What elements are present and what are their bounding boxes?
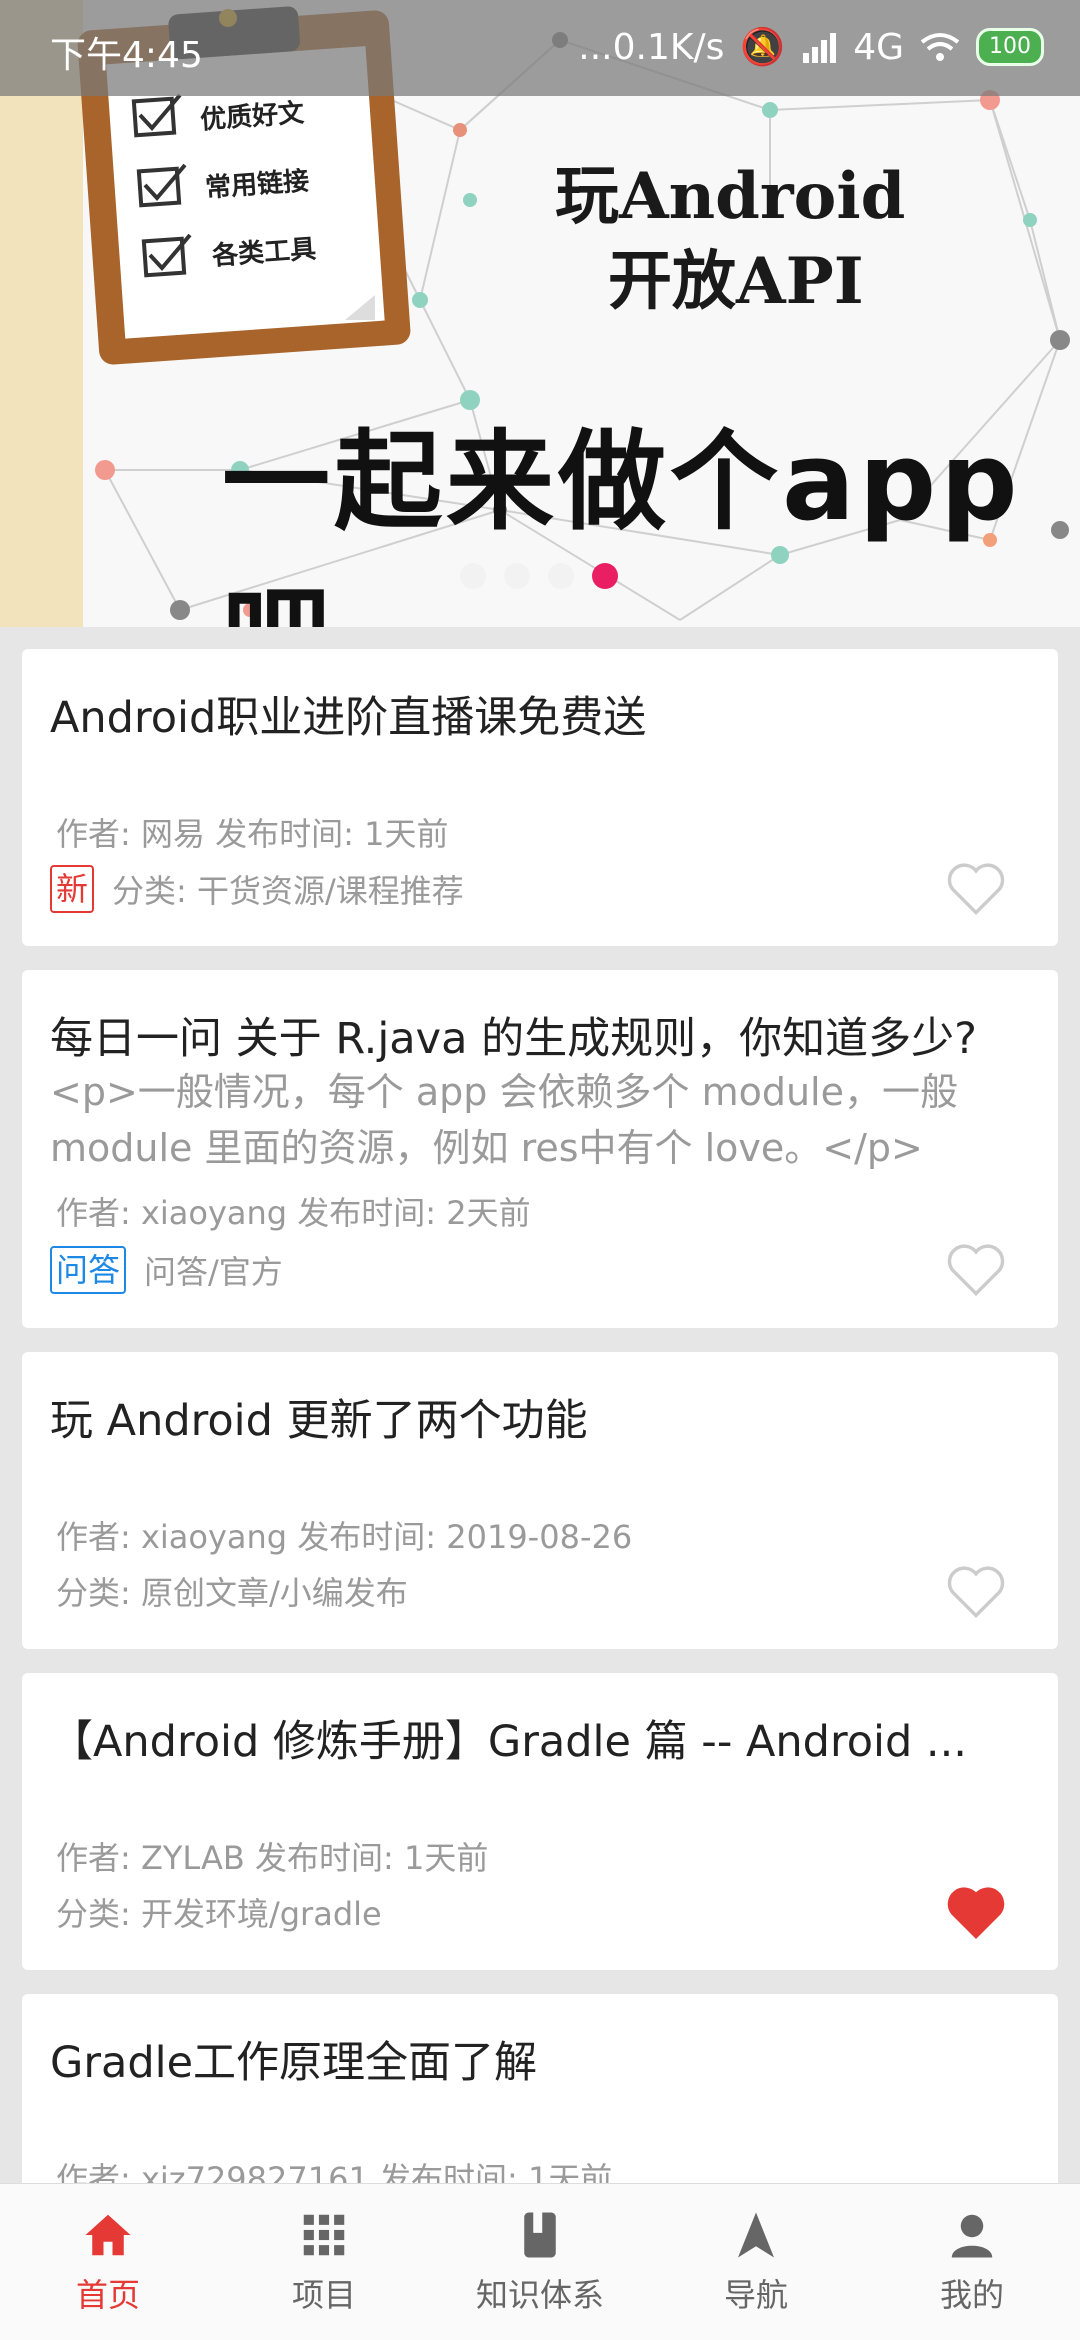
carousel-dot [548, 563, 574, 589]
carousel-indicator [460, 563, 618, 589]
signal-icon [803, 33, 837, 63]
article-title: Android职业进阶直播课免费送 [50, 693, 647, 743]
article-meta: 作者: xiaoyang 发布时间: 2019-08-26 [56, 1518, 633, 1556]
home-icon [85, 2214, 131, 2256]
mute-icon: 🔕 [740, 27, 786, 68]
nav-item-navigation[interactable]: 导航 [648, 2184, 864, 2340]
banner-title-line2: 开放API [608, 244, 864, 319]
nav-item-mine[interactable]: 我的 [864, 2184, 1080, 2340]
article-category-row: 新 分类: 干货资源/课程推荐 [50, 865, 464, 913]
network-speed: ...0.1K/s [578, 26, 725, 68]
article-card[interactable]: Android职业进阶直播课免费送 作者: 网易 发布时间: 1天前 新 分类:… [22, 649, 1058, 946]
article-description: <p>一般情况，每个 app 会依赖多个 module，一般 module 里面… [50, 1070, 958, 1170]
nav-label: 项目 [291, 2276, 356, 2314]
carousel-dot [460, 563, 486, 589]
clipboard-item-2: 常用链接 [204, 166, 311, 204]
nav-label: 我的 [939, 2276, 1004, 2314]
article-title: 【Android 修炼手册】Gradle 篇 -- Android ... [50, 1717, 967, 1767]
article-meta: 作者: xiaoyang 发布时间: 2天前 [56, 1194, 531, 1232]
article-tag: 问答 [50, 1246, 127, 1294]
favorite-heart-icon[interactable] [946, 861, 1006, 915]
article-category-row: 分类: 开发环境/gradle [56, 1889, 382, 1935]
article-card[interactable]: 玩 Android 更新了两个功能 作者: xiaoyang 发布时间: 201… [22, 1352, 1058, 1649]
nav-item-knowledge[interactable]: 知识体系 [432, 2184, 648, 2340]
article-category-row: 问答 问答/官方 [50, 1246, 283, 1294]
network-type: 4G [853, 26, 904, 68]
carousel-dot [504, 563, 530, 589]
nav-label: 首页 [75, 2276, 140, 2314]
favorite-heart-icon[interactable] [946, 1242, 1006, 1296]
article-title: 每日一问 关于 R.java 的生成规则，你知道多少? [50, 1014, 977, 1064]
bottom-navigation: 首页 项目 知识体系 导航 我的 [0, 2183, 1080, 2340]
article-category: 问答/官方 [144, 1253, 283, 1291]
favorite-heart-icon[interactable] [946, 1564, 1006, 1618]
article-tag: 新 [50, 865, 95, 913]
clipboard-item-1: 优质好文 [199, 98, 306, 136]
clipboard-item-3: 各类工具 [211, 234, 318, 272]
banner-title-line1: 玩Android [555, 159, 906, 234]
nav-label: 知识体系 [475, 2276, 604, 2314]
banner-slogan: 一起来做个app吧 [222, 420, 1022, 627]
favorite-heart-icon-filled[interactable] [946, 1885, 1006, 1939]
article-category: 分类: 干货资源/课程推荐 [112, 872, 464, 910]
article-meta: 作者: ZYLAB 发布时间: 1天前 [56, 1839, 489, 1877]
article-title: 玩 Android 更新了两个功能 [50, 1396, 588, 1446]
article-category: 分类: 原创文章/小编发布 [56, 1574, 408, 1612]
grid-icon [303, 2214, 345, 2256]
status-time: 下午4:45 [50, 35, 203, 76]
article-meta: 作者: 网易 发布时间: 1天前 [56, 815, 449, 853]
navigation-arrow-icon [738, 2212, 774, 2258]
wifi-icon [920, 33, 960, 61]
person-icon [951, 2214, 993, 2258]
article-category-row: 分类: 原创文章/小编发布 [56, 1568, 408, 1614]
status-bar: 下午4:45 ...0.1K/s 🔕 4G 100 [0, 0, 1080, 96]
article-title: Gradle工作原理全面了解 [50, 2038, 538, 2088]
nav-item-home[interactable]: 首页 [0, 2184, 216, 2340]
article-card[interactable]: 【Android 修炼手册】Gradle 篇 -- Android ... 作者… [22, 1673, 1058, 1970]
nav-label: 导航 [723, 2276, 788, 2314]
article-card[interactable]: 每日一问 关于 R.java 的生成规则，你知道多少? <p>一般情况，每个 a… [22, 970, 1058, 1328]
battery-indicator: 100 [976, 28, 1044, 66]
article-category: 分类: 开发环境/gradle [56, 1895, 382, 1933]
carousel-dot-active [592, 563, 618, 589]
nav-item-projects[interactable]: 项目 [216, 2184, 432, 2340]
book-icon [524, 2212, 556, 2258]
status-icons: ...0.1K/s 🔕 4G 100 [578, 26, 1044, 68]
